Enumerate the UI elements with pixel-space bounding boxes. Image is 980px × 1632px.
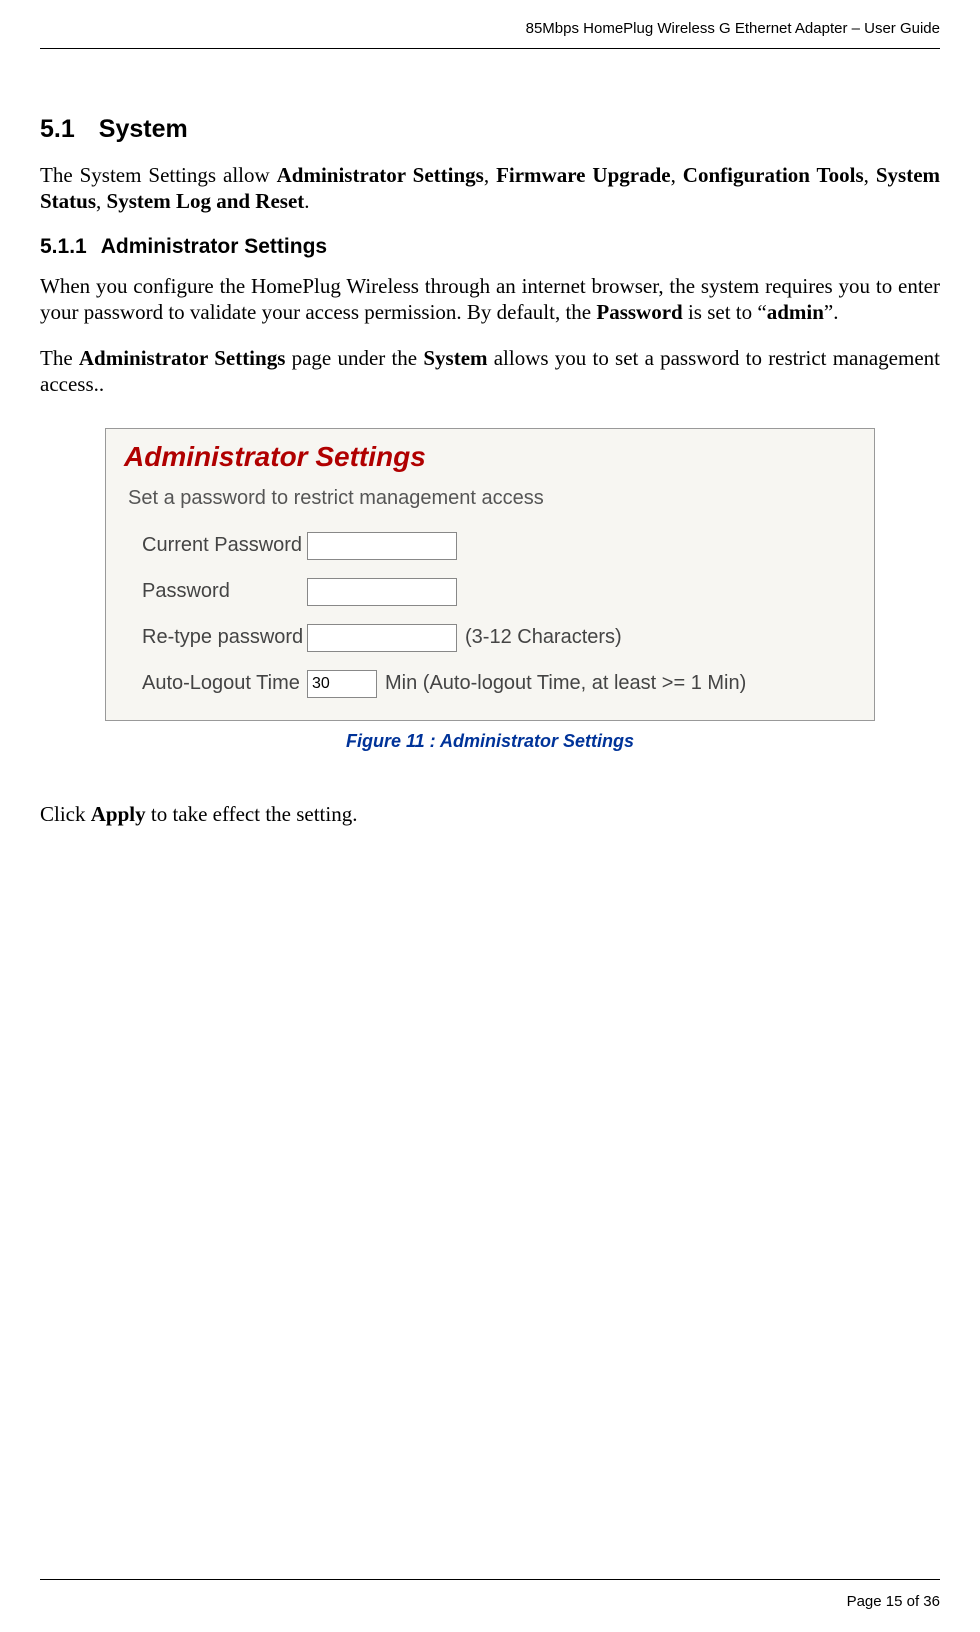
bold-text: Firmware Upgrade	[496, 163, 671, 187]
bold-text: Apply	[91, 802, 146, 826]
retype-password-label: Re-type password	[142, 626, 307, 649]
section-heading: 5.1 System	[40, 115, 940, 144]
header-divider	[40, 48, 940, 49]
text: to take effect the setting.	[146, 802, 358, 826]
footer-divider	[40, 1579, 940, 1580]
text: Click	[40, 802, 91, 826]
subsection-number: 5.1.1	[40, 235, 87, 259]
subsection-heading: 5.1.1 Administrator Settings	[40, 235, 940, 259]
subsection-title: Administrator Settings	[101, 235, 327, 258]
admin-settings-panel: Administrator Settings Set a password to…	[105, 428, 875, 721]
bold-text: System	[423, 346, 487, 370]
current-password-label: Current Password	[142, 534, 307, 557]
text: .	[304, 189, 309, 213]
autologout-hint: Min (Auto-logout Time, at least >= 1 Min…	[385, 672, 746, 695]
bold-text: Administrator Settings	[79, 346, 286, 370]
panel-description: Set a password to restrict management ac…	[128, 487, 856, 510]
text: ,	[484, 163, 496, 187]
text: ,	[96, 189, 107, 213]
figure-caption: Figure 11 : Administrator Settings	[105, 731, 875, 752]
bold-text: admin	[767, 300, 824, 324]
text: ,	[671, 163, 683, 187]
text: The	[40, 346, 79, 370]
text: The System Settings allow	[40, 163, 277, 187]
doc-header-title: 85Mbps HomePlug Wireless G Ethernet Adap…	[526, 20, 940, 37]
password-row: Password	[142, 578, 856, 606]
apply-paragraph: Click Apply to take effect the setting.	[40, 802, 940, 827]
text: is set to “	[683, 300, 767, 324]
autologout-input[interactable]	[307, 670, 377, 698]
bold-text: Password	[596, 300, 682, 324]
subsection-paragraph-1: When you configure the HomePlug Wireless…	[40, 273, 940, 326]
current-password-input[interactable]	[307, 532, 457, 560]
bold-text: Configuration Tools	[683, 163, 864, 187]
autologout-row: Auto-Logout Time Min (Auto-logout Time, …	[142, 670, 856, 698]
panel-title: Administrator Settings	[124, 441, 856, 473]
page-content: 5.1 System The System Settings allow Admi…	[40, 115, 940, 827]
text: page under the	[285, 346, 423, 370]
retype-password-hint: (3-12 Characters)	[465, 626, 622, 649]
figure-container: Administrator Settings Set a password to…	[105, 428, 875, 752]
section-title: System	[99, 115, 188, 143]
subsection-paragraph-2: The Administrator Settings page under th…	[40, 345, 940, 398]
section-number: 5.1	[40, 115, 75, 144]
password-label: Password	[142, 580, 307, 603]
text: ,	[864, 163, 876, 187]
admin-panel-inner: Administrator Settings Set a password to…	[106, 429, 874, 720]
retype-password-input[interactable]	[307, 624, 457, 652]
bold-text: Administrator Settings	[277, 163, 484, 187]
retype-password-row: Re-type password (3-12 Characters)	[142, 624, 856, 652]
page-number: Page 15 of 36	[847, 1593, 940, 1610]
text: ”.	[824, 300, 839, 324]
password-input[interactable]	[307, 578, 457, 606]
autologout-label: Auto-Logout Time	[142, 672, 307, 695]
bold-text: System Log and Reset	[107, 189, 305, 213]
section-intro-paragraph: The System Settings allow Administrator …	[40, 162, 940, 215]
current-password-row: Current Password	[142, 532, 856, 560]
